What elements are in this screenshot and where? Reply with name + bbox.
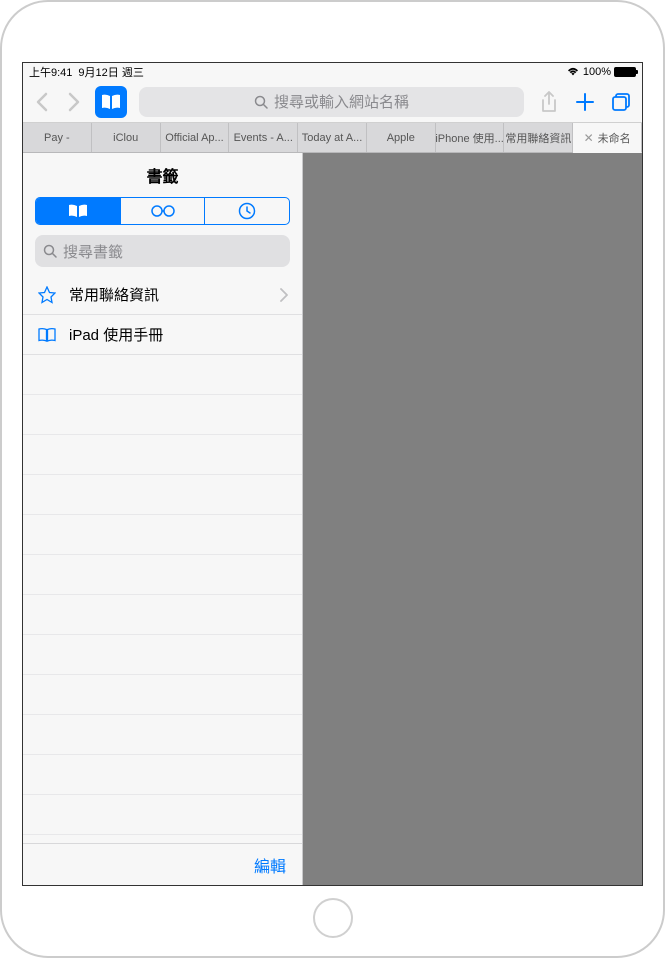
plus-icon <box>574 91 596 113</box>
search-icon <box>43 244 57 258</box>
screen: 上午9:41 9月12日 週三 100% 搜尋或輸入網站名稱 <box>22 62 643 886</box>
clock-icon <box>238 202 256 220</box>
book-icon <box>67 203 89 219</box>
empty-row <box>23 435 302 475</box>
home-button[interactable] <box>313 898 353 938</box>
bookmarks-sidebar: 書籤 搜尋書籤 <box>23 153 303 885</box>
tabs-button[interactable] <box>604 85 638 119</box>
back-button[interactable] <box>27 87 57 117</box>
bookmark-item-ipad-guide[interactable]: iPad 使用手冊 <box>23 315 302 355</box>
address-bar[interactable]: 搜尋或輸入網站名稱 <box>139 87 524 117</box>
empty-row <box>23 715 302 755</box>
ipad-device-frame: 上午9:41 9月12日 週三 100% 搜尋或輸入網站名稱 <box>0 0 665 958</box>
wifi-icon <box>566 67 580 77</box>
tab-item[interactable]: iClou <box>92 123 161 152</box>
segment-bookmarks[interactable] <box>36 198 121 224</box>
tab-item[interactable]: Official Ap... <box>161 123 230 152</box>
battery-icon <box>614 67 636 77</box>
book-open-icon <box>100 93 122 111</box>
segmented-control <box>35 197 290 225</box>
segment-history[interactable] <box>205 198 289 224</box>
status-bar: 上午9:41 9月12日 週三 100% <box>23 63 642 81</box>
star-icon <box>37 286 57 304</box>
status-time: 上午9:41 <box>29 64 72 80</box>
empty-row <box>23 555 302 595</box>
empty-row <box>23 595 302 635</box>
bookmark-list[interactable]: 常用聯絡資訊 iPad 使用手冊 <box>23 275 302 843</box>
tab-item[interactable]: Pay - <box>23 123 92 152</box>
tab-item[interactable]: Today at A... <box>298 123 367 152</box>
content-area: 書籤 搜尋書籤 <box>23 153 642 885</box>
tab-bar: Pay - iClou Official Ap... Events - A...… <box>23 123 642 153</box>
share-button[interactable] <box>532 85 566 119</box>
empty-row <box>23 515 302 555</box>
empty-row <box>23 795 302 835</box>
tab-item[interactable]: iPhone 使用... <box>436 123 505 152</box>
forward-button[interactable] <box>59 87 89 117</box>
search-placeholder: 搜尋書籤 <box>63 241 123 262</box>
search-icon <box>254 95 268 109</box>
empty-row <box>23 835 302 843</box>
share-icon <box>540 91 558 113</box>
chevron-right-icon <box>280 288 288 302</box>
battery-percent: 100% <box>583 66 611 78</box>
empty-row <box>23 635 302 675</box>
empty-row <box>23 755 302 795</box>
new-tab-button[interactable] <box>568 85 602 119</box>
main-content-area <box>303 153 642 885</box>
toolbar: 搜尋或輸入網站名稱 <box>23 81 642 123</box>
empty-row <box>23 395 302 435</box>
tabs-icon <box>610 91 632 113</box>
sidebar-title: 書籤 <box>23 153 302 193</box>
close-icon[interactable]: ✕ <box>584 131 594 145</box>
tab-item[interactable]: 常用聯絡資訊 <box>504 123 573 152</box>
bookmark-label: 常用聯絡資訊 <box>69 284 159 305</box>
sidebar-footer: 編輯 <box>23 843 302 885</box>
glasses-icon <box>151 204 175 218</box>
tab-item[interactable]: Events - A... <box>229 123 298 152</box>
address-placeholder: 搜尋或輸入網站名稱 <box>274 91 409 112</box>
book-icon <box>37 327 57 343</box>
search-bookmarks-input[interactable]: 搜尋書籤 <box>35 235 290 267</box>
bookmarks-button[interactable] <box>95 86 127 118</box>
tab-item[interactable]: Apple <box>367 123 436 152</box>
empty-row <box>23 675 302 715</box>
status-date: 9月12日 週三 <box>78 64 143 80</box>
empty-row <box>23 475 302 515</box>
bookmark-item-favorites[interactable]: 常用聯絡資訊 <box>23 275 302 315</box>
tab-item-active[interactable]: ✕ 未命名 <box>573 123 642 153</box>
bookmark-label: iPad 使用手冊 <box>69 324 163 345</box>
edit-button[interactable]: 編輯 <box>254 853 286 877</box>
empty-row <box>23 355 302 395</box>
segment-reading-list[interactable] <box>121 198 206 224</box>
